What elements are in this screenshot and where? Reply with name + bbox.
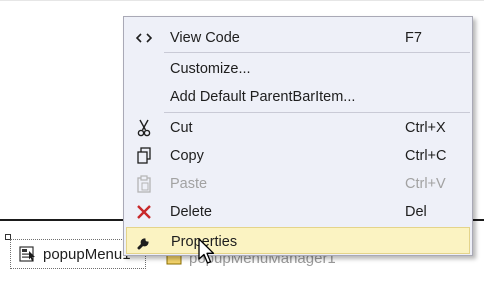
menu-item-shortcut: Ctrl+V: [405, 176, 446, 192]
menu-item-paste[interactable]: Paste Ctrl+V: [126, 170, 470, 197]
menu-item-label: Cut: [170, 120, 193, 136]
code-icon: [134, 28, 154, 48]
menu-separator: [164, 112, 470, 113]
menu-item-label: Delete: [170, 204, 212, 220]
menu-item-label: Copy: [170, 148, 204, 164]
wrench-icon: [135, 232, 155, 252]
context-menu: View Code F7 Customize... Add Default Pa…: [123, 16, 473, 256]
copy-icon: [134, 146, 154, 166]
menu-item-shortcut: Del: [405, 204, 427, 220]
menu-item-delete[interactable]: Delete Del: [126, 198, 470, 225]
menu-item-shortcut: Ctrl+C: [405, 148, 447, 164]
menu-separator: [164, 52, 470, 53]
menu-item-shortcut: F7: [405, 30, 422, 46]
menu-item-properties[interactable]: Properties: [126, 227, 470, 254]
popup-menu-label: popupMenu1: [43, 245, 131, 263]
designer-top-border: [0, 0, 484, 1]
menu-item-label: View Code: [170, 30, 240, 46]
paste-icon: [134, 174, 154, 194]
menu-item-add-default-parentbaritem[interactable]: Add Default ParentBarItem...: [126, 83, 470, 110]
menu-item-copy[interactable]: Copy Ctrl+C: [126, 142, 470, 169]
menu-item-label: Properties: [171, 234, 238, 250]
menu-item-customize[interactable]: Customize...: [126, 55, 470, 82]
menu-item-shortcut: Ctrl+X: [405, 120, 446, 136]
menu-item-view-code[interactable]: View Code F7: [126, 24, 470, 51]
menu-item-cut[interactable]: Cut Ctrl+X: [126, 114, 470, 141]
delete-icon: [134, 202, 154, 222]
menu-item-label: Paste: [170, 176, 208, 192]
menu-item-label: Customize...: [170, 61, 251, 77]
scissors-icon: [134, 118, 154, 138]
popup-menu-icon: [19, 246, 37, 262]
menu-item-label: Add Default ParentBarItem...: [170, 89, 356, 105]
